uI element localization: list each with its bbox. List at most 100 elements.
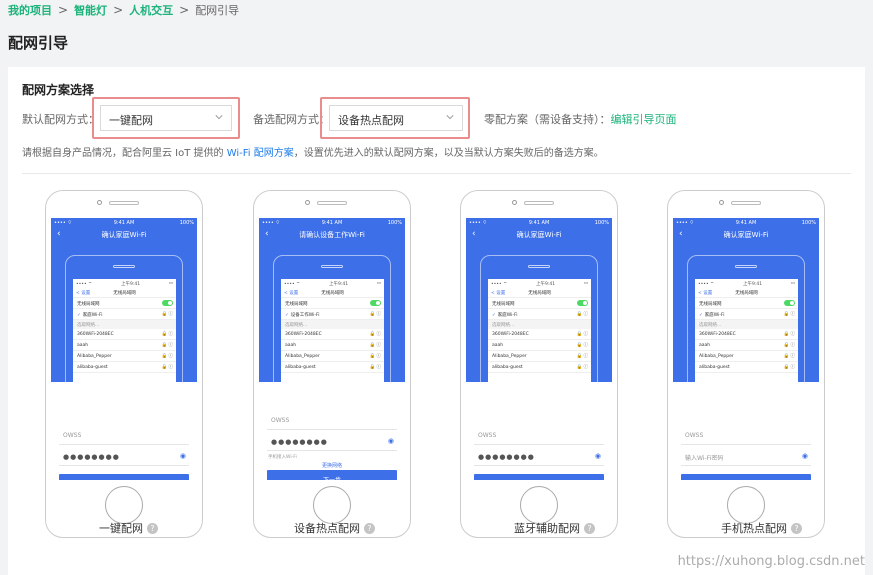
divider: [22, 173, 851, 174]
connected-row: ✓ 家庭Wi-Fi 🔒 ⓘ: [488, 309, 591, 320]
wifi-lock-icon: 🔒 ⓘ: [369, 332, 381, 337]
phone-mockup: •••• ⌔ 9:41 AM 100% ‹ 确认家庭Wi-Fi •••• ⌔ 上午9:4…: [667, 190, 825, 538]
breadcrumb-smart-light[interactable]: 智能灯: [74, 2, 107, 18]
wlan-toggle-row: 无线局域网: [695, 298, 798, 309]
help-icon[interactable]: ?: [364, 523, 375, 534]
highlight-box: [320, 97, 470, 139]
change-network-link[interactable]: 更换网络: [259, 462, 405, 469]
wifi-lock-icon: 🔒 ⓘ: [576, 332, 588, 337]
speaker-icon: [731, 201, 761, 205]
breadcrumb-hmi[interactable]: 人机交互: [129, 2, 173, 18]
connected-row: ✓ 家庭Wi-Fi 🔒 ⓘ: [695, 309, 798, 320]
method-caption: 设备热点配网?: [294, 520, 375, 536]
breadcrumb-my-projects[interactable]: 我的项目: [8, 2, 52, 18]
wifi-ssid-input[interactable]: OWSS: [474, 425, 604, 445]
mini-screen: •••• ⌔ 上午9:41 ▭ < 设置 无线局域网 无线局域网 ✓ 家庭Wi-Fi 🔒 …: [488, 279, 591, 383]
home-button-icon: [105, 486, 143, 524]
default-method-label: 默认配网方式：: [22, 113, 99, 126]
camera-icon: [305, 200, 310, 205]
phone-mockup: •••• ⌔ 9:41 AM 100% ‹ 请确认设备工作Wi-Fi •••• ⌔ 上午…: [253, 190, 411, 538]
home-button-icon: [727, 486, 765, 524]
wifi-ssid-input[interactable]: OWSS: [681, 425, 811, 445]
back-icon[interactable]: ‹: [57, 229, 61, 239]
check-icon: ✓: [77, 313, 81, 318]
network-row: alibaba-guest 🔒 ⓘ: [695, 362, 798, 373]
phone-screen: •••• ⌔ 9:41 AM 100% ‹ 确认家庭Wi-Fi •••• ⌔ 上午9:4…: [466, 218, 612, 480]
phone-screen: •••• ⌔ 9:41 AM 100% ‹ 确认家庭Wi-Fi •••• ⌔ 上午9:4…: [51, 218, 197, 480]
network-row: 360WiFi-2048EC 🔒 ⓘ: [73, 329, 176, 340]
wifi-lock-icon: 🔒 ⓘ: [576, 365, 588, 370]
method-caption: 手机热点配网?: [721, 520, 802, 536]
network-row: aaah 🔒 ⓘ: [695, 340, 798, 351]
network-row: alibaba-guest 🔒 ⓘ: [488, 362, 591, 373]
wifi-lock-icon: 🔒 ⓘ: [576, 343, 588, 348]
eye-icon[interactable]: ◉: [595, 452, 601, 460]
screen-title: 确认家庭Wi-Fi: [516, 231, 562, 239]
wifi-solution-link[interactable]: Wi-Fi 配网方案: [227, 148, 294, 159]
watermark: https://xuhong.blog.csdn.net: [677, 554, 865, 569]
backup-method-label: 备选配网方式：: [253, 113, 330, 126]
method-caption: 蓝牙辅助配网?: [514, 520, 595, 536]
speaker-icon: [317, 201, 347, 205]
network-row: 360WiFi-2048EC 🔒 ⓘ: [281, 329, 384, 340]
breadcrumb: 我的项目 > 智能灯 > 人机交互 > 配网引导: [8, 2, 239, 18]
network-row: alibaba-guest 🔒 ⓘ: [73, 362, 176, 373]
wifi-password-input[interactable]: ●●●●●●●● ◉: [474, 446, 604, 466]
wifi-lock-icon: 🔒 ⓘ: [783, 365, 795, 370]
speaker-icon: [524, 201, 554, 205]
next-step-button[interactable]: 下一步: [59, 474, 189, 480]
method-caption: 一键配网?: [99, 520, 158, 536]
network-row: 360WiFi-2048EC 🔒 ⓘ: [695, 329, 798, 340]
wifi-lock-icon: 🔒 ⓘ: [161, 343, 173, 348]
network-row: aaah 🔒 ⓘ: [281, 340, 384, 351]
back-icon[interactable]: ‹: [679, 229, 683, 239]
check-icon: ✓: [699, 313, 703, 318]
phone-mockup: •••• ⌔ 9:41 AM 100% ‹ 确认家庭Wi-Fi •••• ⌔ 上午9:4…: [45, 190, 203, 538]
connected-row: ✓ 家庭Wi-Fi 🔒 ⓘ: [73, 309, 176, 320]
eye-icon[interactable]: ◉: [388, 437, 394, 445]
wlan-toggle-row: 无线局域网: [488, 298, 591, 309]
screen-nav: ‹ 请确认设备工作Wi-Fi: [259, 229, 405, 240]
chevron-right-icon: >: [58, 3, 69, 17]
network-row: Alibaba_Pepper 🔒 ⓘ: [488, 351, 591, 362]
wifi-ssid-input[interactable]: OWSS: [59, 425, 189, 445]
mini-phone: •••• ⌔ 上午9:41 ▭ < 设置 无线局域网 无线局域网 ✓ 设备工作Wi-Fi…: [273, 255, 391, 395]
mini-speaker-icon: [735, 265, 757, 268]
screen-nav: ‹ 确认家庭Wi-Fi: [51, 229, 197, 240]
wlan-toggle-row: 无线局域网: [281, 298, 384, 309]
breadcrumb-current: 配网引导: [195, 4, 240, 17]
mini-screen: •••• ⌔ 上午9:41 ▭ < 设置 无线局域网 无线局域网 ✓ 家庭Wi-Fi 🔒 …: [73, 279, 176, 383]
back-icon[interactable]: ‹: [265, 229, 269, 239]
next-step-button[interactable]: 下一步: [474, 474, 604, 480]
mini-phone: •••• ⌔ 上午9:41 ▭ < 设置 无线局域网 无线局域网 ✓ 家庭Wi-Fi 🔒 …: [480, 255, 598, 395]
wifi-lock-icon: 🔒 ⓘ: [783, 312, 795, 317]
network-row: aaah 🔒 ⓘ: [73, 340, 176, 351]
next-step-button[interactable]: 下一步: [267, 470, 397, 480]
wifi-password-input[interactable]: 输入Wi-Fi密码 ◉: [681, 446, 811, 466]
help-icon[interactable]: ?: [791, 523, 802, 534]
home-button-icon: [520, 486, 558, 524]
wifi-password-input[interactable]: ●●●●●●●● ◉: [59, 446, 189, 466]
eye-icon[interactable]: ◉: [180, 452, 186, 460]
next-step-button[interactable]: 下一步: [681, 474, 811, 480]
toggle-switch: [370, 300, 381, 306]
screen-nav: ‹ 确认家庭Wi-Fi: [466, 229, 612, 240]
help-icon[interactable]: ?: [147, 523, 158, 534]
mini-speaker-icon: [113, 265, 135, 268]
screen-nav: ‹ 确认家庭Wi-Fi: [673, 229, 819, 240]
help-icon[interactable]: ?: [584, 523, 595, 534]
wifi-lock-icon: 🔒 ⓘ: [161, 365, 173, 370]
wifi-lock-icon: 🔒 ⓘ: [161, 332, 173, 337]
wifi-lock-icon: 🔒 ⓘ: [161, 312, 173, 317]
edit-guide-link[interactable]: 编辑引导页面: [611, 113, 677, 126]
back-icon[interactable]: ‹: [472, 229, 476, 239]
toggle-switch: [784, 300, 795, 306]
chevron-right-icon: >: [113, 3, 124, 17]
wifi-lock-icon: 🔒 ⓘ: [576, 354, 588, 359]
wifi-lock-icon: 🔒 ⓘ: [369, 365, 381, 370]
eye-icon[interactable]: ◉: [802, 452, 808, 460]
phone-screen: •••• ⌔ 9:41 AM 100% ‹ 确认家庭Wi-Fi •••• ⌔ 上午9:4…: [673, 218, 819, 480]
wifi-ssid-input[interactable]: OWSS: [267, 410, 397, 430]
config-card: 配网方案选择 默认配网方式： 一键配网 备选配网方式： 设备热点配网 零配方案（…: [8, 67, 865, 575]
wifi-password-input[interactable]: ●●●●●●●● ◉: [267, 431, 397, 451]
